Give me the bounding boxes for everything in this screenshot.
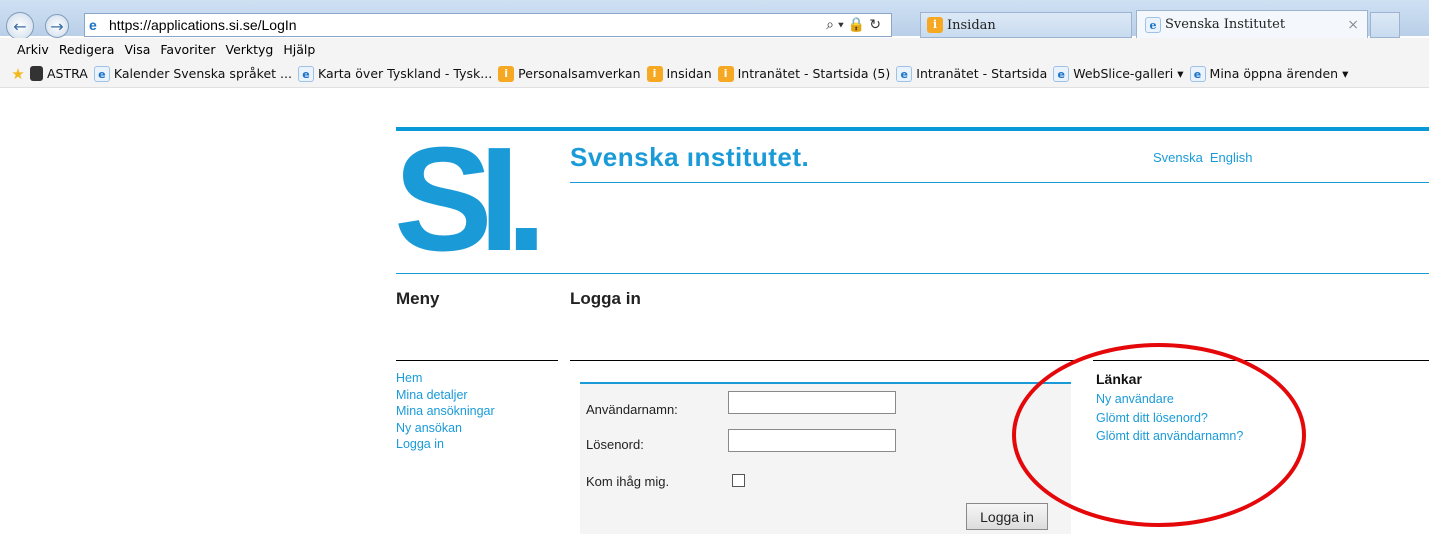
- favorite-item[interactable]: ASTRA: [30, 66, 88, 81]
- username-label: Användarnamn:: [586, 402, 678, 417]
- username-input[interactable]: [728, 391, 896, 414]
- intranet-icon: i: [927, 17, 943, 33]
- side-nav: Hem Mina detaljer Mina ansökningar Ny an…: [396, 370, 495, 453]
- annotation-circle: [1012, 343, 1306, 527]
- login-button[interactable]: Logga in: [966, 503, 1048, 530]
- favorites-bar: ★ ASTRA e Kalender Svenska språket ... eK…: [0, 60, 1429, 88]
- lang-svenska-link[interactable]: Svenska: [1153, 150, 1203, 165]
- intranet-icon: i: [646, 65, 663, 82]
- menu-item[interactable]: Favoriter: [160, 42, 215, 57]
- divider: [570, 360, 1076, 361]
- site-title: Svenska ınstitutet.: [570, 142, 810, 172]
- book-icon: [30, 66, 43, 81]
- password-label: Lösenord:: [586, 437, 644, 452]
- nav-link-logga-in[interactable]: Logga in: [396, 436, 495, 453]
- tab-insidan[interactable]: i Insidan: [920, 12, 1132, 38]
- favorites-star-icon[interactable]: ★: [10, 66, 26, 82]
- site-logo[interactable]: SI.: [394, 126, 564, 274]
- lang-english-link[interactable]: English: [1210, 150, 1253, 165]
- menu-bar: Arkiv Redigera Visa Favoriter Verktyg Hj…: [0, 38, 1429, 60]
- nav-link-mina-detaljer[interactable]: Mina detaljer: [396, 387, 495, 404]
- divider: [570, 182, 1429, 183]
- address-tools[interactable]: ⌕▾🔒↻: [826, 16, 885, 33]
- favorite-item[interactable]: i Intranätet - Startsida (5): [717, 65, 890, 82]
- menu-item[interactable]: Hjälp: [283, 42, 315, 57]
- menu-heading: Meny: [396, 289, 440, 308]
- remember-label: Kom ihåg mig.: [586, 474, 670, 489]
- divider: [396, 273, 1429, 274]
- back-arrow-icon: ←: [13, 16, 27, 36]
- ie-icon: e: [1145, 16, 1161, 33]
- address-bar[interactable]: e https://applications.si.se/LogIn ⌕▾🔒↻: [84, 13, 892, 37]
- back-button[interactable]: ←: [6, 12, 34, 40]
- tab-label: Insidan: [947, 17, 996, 33]
- page-title: Logga in: [570, 289, 641, 308]
- remember-checkbox[interactable]: [732, 474, 745, 487]
- nav-link-ny-ansokan[interactable]: Ny ansökan: [396, 420, 495, 437]
- language-switcher: Svenska English: [1153, 150, 1253, 165]
- ie-icon: e: [1189, 65, 1206, 82]
- tab-svenska-institutet[interactable]: e Svenska Institutet ×: [1136, 10, 1368, 38]
- address-url[interactable]: https://applications.si.se/LogIn: [109, 17, 297, 33]
- favorite-item[interactable]: e Kalender Svenska språket ...: [93, 65, 292, 82]
- favorite-item[interactable]: e Intranätet - Startsida: [896, 65, 1047, 82]
- search-icon[interactable]: ⌕: [826, 16, 838, 32]
- ie-icon: e: [896, 65, 913, 82]
- tab-label: Svenska Institutet: [1165, 17, 1286, 32]
- favorite-item[interactable]: e WebSlice-galleri ▾: [1053, 65, 1184, 82]
- divider: [396, 360, 558, 361]
- refresh-icon[interactable]: ↻: [869, 16, 885, 32]
- nav-link-hem[interactable]: Hem: [396, 370, 495, 387]
- menu-item[interactable]: Redigera: [59, 42, 115, 57]
- ie-icon: e: [1053, 65, 1070, 82]
- ie-icon: e: [89, 17, 97, 33]
- password-input[interactable]: [728, 429, 896, 452]
- menu-item[interactable]: Arkiv: [17, 42, 49, 57]
- ie-icon: e: [297, 65, 314, 82]
- favorite-item[interactable]: i Personalsamverkan: [498, 65, 641, 82]
- favorite-item[interactable]: e Karta över Tyskland - Tysk...: [297, 65, 492, 82]
- menu-item[interactable]: Visa: [124, 42, 150, 57]
- menu-item[interactable]: Verktyg: [225, 42, 273, 57]
- lock-icon[interactable]: 🔒: [848, 16, 869, 32]
- favorite-item[interactable]: i Insidan: [646, 65, 712, 82]
- intranet-icon: i: [717, 65, 734, 82]
- intranet-icon: i: [498, 65, 515, 82]
- forward-button[interactable]: →: [45, 14, 69, 38]
- favorite-item[interactable]: e Mina öppna ärenden ▾: [1189, 65, 1348, 82]
- forward-arrow-icon: →: [50, 16, 64, 36]
- close-icon[interactable]: ×: [1347, 17, 1359, 33]
- ie-icon: e: [93, 65, 110, 82]
- new-tab-button[interactable]: [1370, 12, 1400, 38]
- nav-link-mina-ansokningar[interactable]: Mina ansökningar: [396, 403, 495, 420]
